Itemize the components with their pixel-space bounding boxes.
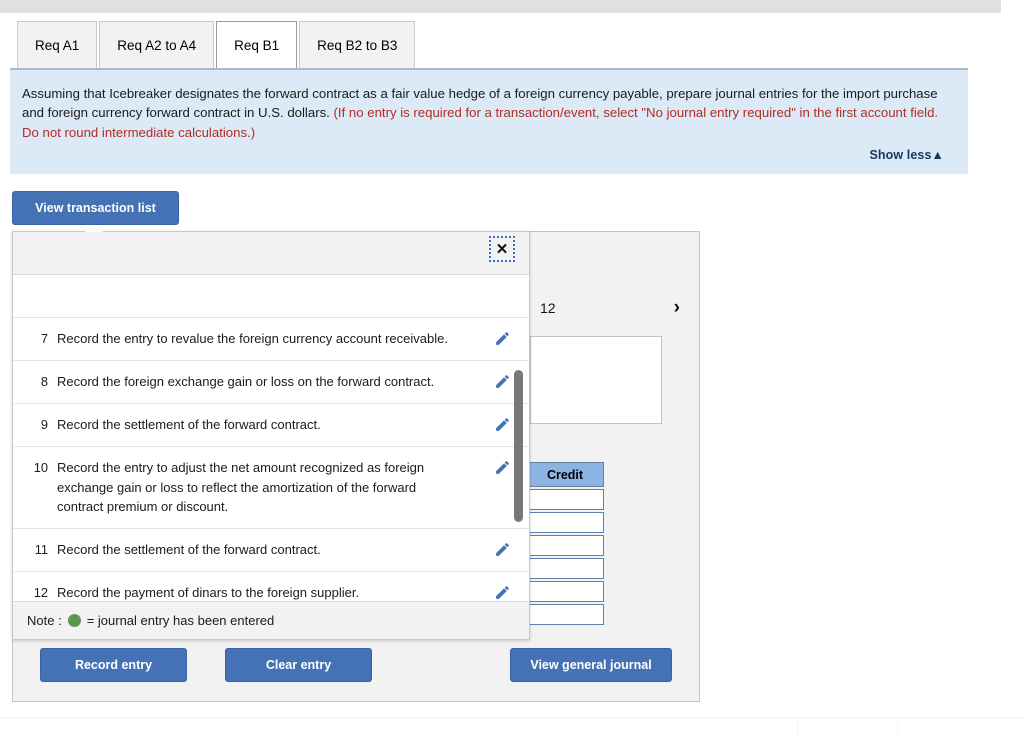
view-transaction-list-button[interactable]: View transaction list	[12, 191, 179, 225]
list-item[interactable]: 8 Record the foreign exchange gain or lo…	[13, 361, 529, 404]
instruction-panel: Assuming that Icebreaker designates the …	[10, 68, 968, 174]
credit-input-row[interactable]	[526, 558, 604, 579]
tab-label: Req B1	[234, 37, 280, 53]
transaction-number: 12	[540, 299, 556, 316]
popup-header: ✕	[13, 232, 529, 275]
edit-pencil-icon[interactable]	[479, 329, 525, 347]
record-entry-button[interactable]: Record entry	[40, 648, 187, 682]
form-action-bar: Record entry Clear entry View general jo…	[12, 648, 700, 682]
bottom-column-divider	[797, 722, 798, 734]
entered-indicator-dot-icon	[67, 614, 81, 627]
note-description: = journal entry has been entered	[86, 613, 275, 628]
view-general-journal-button[interactable]: View general journal	[510, 648, 672, 682]
requirement-tabs: Req A1 Req A2 to A4 Req B1 Req B2 to B3	[17, 20, 417, 68]
bottom-column-divider	[897, 722, 898, 734]
page-root: Req A1 Req A2 to A4 Req B1 Req B2 to B3 …	[0, 0, 1024, 734]
transaction-description: Record the entry to adjust the net amoun…	[57, 460, 425, 514]
credit-input-row[interactable]	[526, 535, 604, 556]
transaction-list-popup: ✕ 7 Record the entry to revalue the fore…	[12, 223, 530, 640]
credit-column-header: Credit	[526, 462, 604, 487]
transaction-description: Record the entry to revalue the foreign …	[57, 331, 448, 346]
transaction-navigator: 12 ›	[540, 298, 680, 317]
tab-req-a1[interactable]: Req A1	[17, 21, 98, 68]
transaction-number: 8	[40, 374, 48, 389]
edit-pencil-icon[interactable]	[479, 583, 525, 601]
credit-input-row[interactable]	[526, 489, 604, 510]
transaction-description: Record the settlement of the forward con…	[57, 417, 321, 432]
transaction-number: 10	[33, 460, 48, 475]
credit-input-row[interactable]	[526, 512, 604, 533]
transaction-number: 11	[34, 541, 48, 557]
bottom-divider	[0, 717, 1024, 718]
list-item[interactable]: 10 Record the entry to adjust the net am…	[13, 447, 529, 529]
edit-pencil-icon[interactable]	[479, 540, 525, 558]
transaction-number: 9	[40, 417, 48, 432]
transaction-number: 7	[40, 331, 48, 346]
transaction-number: 12	[33, 584, 48, 600]
note-label: Note :	[27, 613, 62, 628]
popup-legend-note: Note : = journal entry has been entered	[13, 601, 529, 639]
chevron-right-icon[interactable]: ›	[674, 298, 680, 317]
clear-entry-button[interactable]: Clear entry	[225, 648, 372, 682]
tab-req-a2-to-a4[interactable]: Req A2 to A4	[99, 21, 215, 68]
credit-input-row[interactable]	[526, 581, 604, 602]
transaction-description: Record the payment of dinars to the fore…	[57, 584, 360, 600]
popup-subheader	[13, 275, 529, 318]
transaction-description: Record the foreign exchange gain or loss…	[57, 374, 435, 389]
transaction-description: Record the settlement of the forward con…	[57, 541, 321, 557]
tab-req-b1[interactable]: Req B1	[216, 21, 298, 68]
list-item[interactable]: 9 Record the settlement of the forward c…	[13, 404, 529, 447]
top-gray-strip	[0, 0, 1001, 13]
credit-column: Credit	[526, 462, 604, 625]
transaction-list: 7 Record the entry to revalue the foreig…	[13, 318, 529, 607]
journal-note-box[interactable]	[530, 336, 662, 424]
tab-label: Req A1	[35, 37, 80, 53]
tab-label: Req B2 to B3	[317, 37, 398, 53]
show-less-toggle[interactable]: Show less▲	[869, 148, 944, 162]
credit-input-row[interactable]	[526, 604, 604, 625]
list-item[interactable]: 7 Record the entry to revalue the foreig…	[13, 318, 529, 361]
tab-label: Req A2 to A4	[117, 37, 197, 53]
instruction-text: Assuming that Icebreaker designates the …	[22, 84, 956, 142]
list-item[interactable]: 11 Record the settlement of the forward …	[13, 529, 529, 572]
close-icon[interactable]: ✕	[489, 236, 515, 262]
popup-scrollbar-thumb[interactable]	[514, 370, 523, 522]
tab-req-b2-to-b3[interactable]: Req B2 to B3	[299, 21, 416, 68]
